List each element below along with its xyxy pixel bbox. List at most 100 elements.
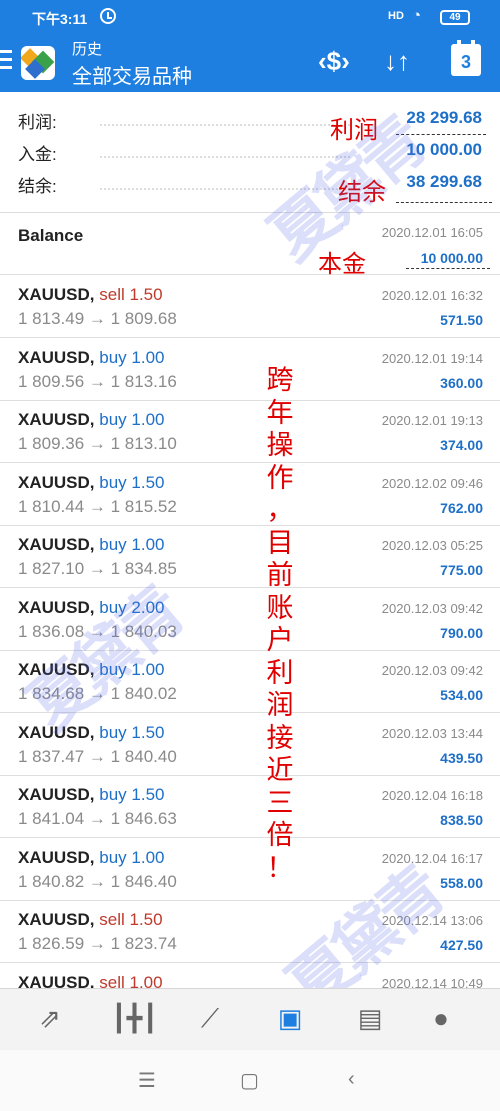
trade-prices: 1 840.82 → 1 846.40 [18, 871, 177, 891]
signal-icon: HD [388, 10, 404, 22]
trade-direction: buy [99, 722, 127, 742]
menu-icon[interactable] [0, 50, 12, 72]
recents-button[interactable]: ☰ [138, 1068, 156, 1093]
annotation-char: 润 [266, 690, 294, 721]
trade-lots: 1.50 [129, 910, 163, 929]
trade-symbol: XAUUSD, sell 1.50 [18, 910, 163, 930]
symbol: XAUUSD, [18, 285, 95, 304]
trade-direction: buy [99, 847, 127, 867]
trade-profit: 360.00 [440, 374, 483, 391]
trade-profit: 838.50 [440, 812, 483, 828]
trade-symbol: XAUUSD, buy 1.00 [18, 848, 165, 868]
summary-row-profit: 利润: 28 299.68 [0, 104, 500, 136]
annotation-char: 利 [266, 657, 294, 689]
trade-prices: 1 810.44 → 1 815.52 [18, 496, 177, 516]
trade-profit: 374.00 [440, 437, 483, 453]
symbol: XAUUSD, [18, 472, 95, 492]
trade-lots: 1.50 [131, 472, 165, 492]
symbol-filter[interactable]: 全部交易品种 [72, 60, 192, 89]
trade-prices: 1 809.36 → 1 813.10 [18, 434, 177, 453]
annotation-underline [396, 202, 492, 203]
mailbox-icon[interactable]: ▣ [270, 1003, 310, 1037]
annotation-char: 接 [266, 722, 294, 754]
trade-profit: 775.00 [440, 562, 483, 578]
app-logo [21, 46, 55, 80]
trade-icon[interactable]: ⇗ [30, 1003, 70, 1037]
summary-label: 结余: [18, 177, 57, 196]
trade-direction: buy [99, 347, 127, 367]
system-navigation: ☰ ▢ ‹ [0, 1050, 500, 1111]
trade-lots: 1.00 [131, 847, 165, 867]
annotation-char: ， [266, 495, 294, 526]
back-button[interactable]: ‹ [348, 1068, 355, 1091]
trade-time: 2020.12.04 16:18 [381, 788, 483, 803]
trade-direction: sell [99, 910, 125, 929]
trade-symbol: XAUUSD, buy 1.00 [18, 410, 165, 430]
trade-time: 2020.12.03 13:44 [381, 725, 483, 741]
trade-prices: 1 813.49 → 1 809.68 [18, 309, 177, 328]
bottom-navigation: ⇗ ┃╋┃ ⟋ ▣ ▤ ● [0, 988, 500, 1050]
annotation-char: 户 [266, 625, 294, 656]
annotation-char: 年 [266, 397, 294, 429]
trade-profit: 439.50 [440, 749, 483, 766]
trade-time: 2020.12.02 09:46 [381, 475, 483, 491]
trade-row[interactable]: XAUUSD, buy 1.50 1 810.44 → 1 815.52 2020.… [0, 464, 500, 526]
trade-profit: 558.00 [440, 874, 483, 891]
calendar-icon[interactable]: 3 [451, 40, 481, 76]
trade-prices: 1 827.10 → 1 834.85 [18, 559, 177, 578]
trade-direction: buy [99, 785, 127, 804]
annotation-vertical-text: 跨年操作，目前账户利润接近三倍！ [262, 365, 298, 885]
trade-lots: 1.50 [131, 722, 165, 742]
annotation-underline [406, 268, 490, 269]
trade-prices: 1 841.04 → 1 846.63 [18, 809, 177, 828]
annotation-char: 跨 [266, 365, 294, 396]
balance-time: 2020.12.01 16:05 [381, 225, 483, 240]
chart-icon[interactable]: ┃╋┃ [111, 1003, 158, 1037]
wifi-icon: ◔ [412, 7, 422, 24]
trade-lots: 1.00 [131, 410, 165, 429]
app-bar: 历史 全部交易品种 ‹$› ↓↑ 3 [0, 34, 500, 92]
alarm-icon [100, 8, 116, 24]
trade-symbol: XAUUSD, buy 1.50 [18, 785, 165, 805]
battery-icon: 49 [440, 10, 470, 25]
trade-time: 2020.12.01 19:13 [381, 413, 483, 428]
home-button[interactable]: ▢ [240, 1068, 259, 1093]
trade-direction: sell [99, 285, 125, 304]
symbol: XAUUSD, [18, 910, 95, 929]
symbol: XAUUSD, [18, 410, 95, 429]
trade-row[interactable]: XAUUSD, sell 1.50 1 813.49 → 1 809.68 2020… [0, 276, 500, 338]
status-bar: 下午3:11 HD ◔ 49 [0, 0, 500, 34]
summary-label: 利润: [18, 113, 57, 132]
history-icon[interactable]: ⟋ [190, 1003, 230, 1037]
annotation-char: 倍 [266, 820, 294, 851]
balance-label: Balance [18, 226, 84, 245]
annotation-char: 目 [266, 527, 294, 559]
annotation-char: 前 [266, 560, 294, 591]
news-icon[interactable]: ▤ [350, 1003, 390, 1037]
trade-lots: 1.00 [131, 347, 165, 367]
trade-symbol: XAUUSD, buy 1.00 [18, 348, 165, 368]
trade-row[interactable]: XAUUSD, buy 1.00 1 827.10 → 1 834.85 2020.… [0, 526, 500, 588]
trade-symbol: XAUUSD, buy 1.50 [18, 723, 165, 743]
trade-profit: 571.50 [440, 312, 483, 328]
summary-label: 入金: [18, 145, 57, 164]
sort-icon[interactable]: ↓↑ [384, 46, 410, 77]
summary-value: 28 299.68 [406, 108, 482, 127]
symbol: XAUUSD, [18, 535, 95, 554]
symbol: XAUUSD, [18, 347, 95, 367]
trade-prices: 1 809.56 → 1 813.16 [18, 371, 177, 391]
trade-row[interactable]: XAUUSD, buy 1.00 1 809.56 → 1 813.16 2020.… [0, 339, 500, 401]
currency-filter-icon[interactable]: ‹$› [318, 46, 350, 77]
trade-row[interactable]: XAUUSD, buy 1.00 1 809.36 → 1 813.10 2020.… [0, 401, 500, 463]
trade-lots: 1.50 [129, 285, 163, 304]
page-title: 历史 [72, 41, 103, 58]
status-time: 下午3:11 [32, 11, 88, 27]
trade-time: 2020.12.01 19:14 [381, 350, 483, 366]
annotation-char: 作 [266, 462, 294, 494]
trade-row[interactable]: XAUUSD, buy 1.50 1 841.04 → 1 846.63 2020.… [0, 776, 500, 838]
balance-value: 10 000.00 [420, 250, 483, 266]
trade-symbol: XAUUSD, sell 1.50 [18, 285, 163, 305]
trade-profit: 427.50 [440, 937, 483, 953]
chat-icon[interactable]: ● [421, 1003, 461, 1037]
trade-profit: 534.00 [440, 687, 483, 703]
